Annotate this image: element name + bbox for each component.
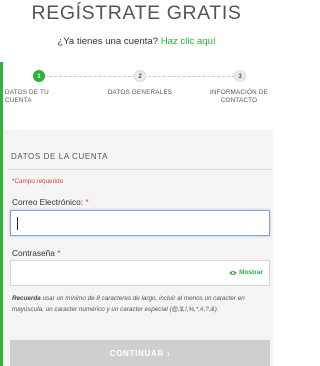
password-hint-bold: Recuerda [12, 295, 41, 302]
password-required-mark: * [57, 248, 61, 258]
text-caret [17, 217, 18, 230]
section-title: DATOS DE LA CUENTA [11, 152, 109, 161]
section-divider [9, 169, 271, 170]
password-label: Contraseña * [12, 248, 60, 258]
step-3-label: INFORMACIÓN DE CONTACTO [205, 89, 273, 105]
step-1-label: DATOS DE TU CUENTA [5, 89, 49, 104]
email-label: Correo Electrónico: * [12, 197, 89, 207]
step-3-label-line1: INFORMACIÓN DE [209, 89, 269, 96]
login-prompt-text: ¿Ya tienes una cuenta? [57, 36, 159, 47]
required-note: *Campo requerido [12, 178, 64, 185]
step-3-label-line2: CONTACTO [220, 97, 258, 104]
step-3-circle: 3 [234, 70, 246, 82]
step-1-circle: 1 [33, 70, 45, 82]
step-2-circle: 2 [134, 70, 146, 82]
email-label-text: Correo Electrónico: [12, 197, 84, 207]
continue-button-label: CONTINUAR [109, 348, 164, 358]
show-password-button[interactable]: Mostrar [229, 269, 263, 276]
email-required-mark: * [85, 197, 89, 207]
page-title: REGÍSTRATE GRATIS [31, 2, 242, 24]
chevron-right-icon: › [166, 348, 171, 358]
email-field[interactable] [10, 210, 270, 236]
continue-button[interactable]: CONTINUAR › [10, 340, 270, 366]
password-label-text: Contraseña [12, 248, 55, 258]
login-link[interactable]: Haz clic aquí [161, 36, 216, 47]
eye-icon [229, 270, 237, 275]
show-password-label: Mostrar [239, 269, 263, 276]
password-field[interactable]: Mostrar [10, 260, 270, 286]
password-hint-text: usar un mínimo de 8 caracteres de largo,… [12, 295, 245, 313]
password-hint: Recuerda usar un mínimo de 8 caracteres … [12, 294, 268, 315]
login-prompt: ¿Ya tienes una cuenta? Haz clic aquí [0, 36, 273, 47]
step-2-label: DATOS GENERALES [107, 89, 173, 96]
